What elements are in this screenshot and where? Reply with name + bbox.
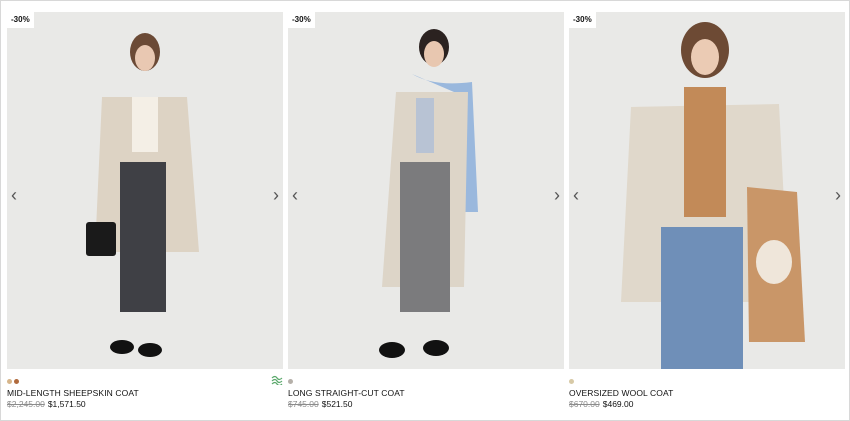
chevron-left-icon[interactable]: ‹ xyxy=(11,186,17,204)
original-price: $2,245.00 xyxy=(7,399,45,409)
product-info: LONG STRAIGHT-CUT COAT $745.00 $521.50 xyxy=(288,369,564,412)
product-image[interactable]: -30% ‹ › xyxy=(288,12,564,369)
original-price: $670.00 xyxy=(569,399,600,409)
chevron-left-icon[interactable]: ‹ xyxy=(292,186,298,204)
discount-badge: -30% xyxy=(569,12,596,28)
product-name[interactable]: MID-LENGTH SHEEPSKIN COAT xyxy=(7,388,139,398)
product-name[interactable]: LONG STRAIGHT-CUT COAT xyxy=(288,388,405,398)
product-info: MID-LENGTH SHEEPSKIN COAT $2,245.00 $1,57… xyxy=(7,369,283,412)
color-swatch[interactable] xyxy=(288,379,293,384)
price: $745.00 $521.50 xyxy=(288,399,352,409)
product-card[interactable]: -30% ‹ › LONG STRAIGHT-CUT COAT $745.00 $… xyxy=(288,12,564,412)
sale-price: $1,571.50 xyxy=(47,399,86,409)
discount-badge: -30% xyxy=(288,12,315,28)
color-swatch[interactable] xyxy=(7,379,12,384)
color-swatches xyxy=(288,379,295,385)
product-info: OVERSIZED WOOL COAT $670.00 $469.00 xyxy=(569,369,845,412)
discount-badge: -30% xyxy=(7,12,34,28)
color-swatches xyxy=(569,379,576,385)
original-price: $745.00 xyxy=(288,399,319,409)
model-photo xyxy=(288,12,564,369)
product-card[interactable]: -30% ‹ › MID-LENGTH SHEEPSKIN COAT $2,24… xyxy=(7,12,283,412)
product-image[interactable]: -30% ‹ › xyxy=(7,12,283,369)
chevron-right-icon[interactable]: › xyxy=(273,186,279,204)
color-swatch[interactable] xyxy=(569,379,574,384)
chevron-right-icon[interactable]: › xyxy=(835,186,841,204)
color-swatch[interactable] xyxy=(14,379,19,384)
product-grid: -30% ‹ › MID-LENGTH SHEEPSKIN COAT $2,24… xyxy=(0,0,850,421)
chevron-left-icon[interactable]: ‹ xyxy=(573,186,579,204)
product-name[interactable]: OVERSIZED WOOL COAT xyxy=(569,388,673,398)
price: $670.00 $469.00 xyxy=(569,399,633,409)
product-card[interactable]: -30% ‹ › OVERSIZED WOOL COAT $670.00 $469… xyxy=(569,12,845,412)
color-swatches xyxy=(7,379,21,385)
model-photo xyxy=(7,12,283,369)
sale-price: $469.00 xyxy=(602,399,634,409)
model-photo xyxy=(569,12,845,369)
chevron-right-icon[interactable]: › xyxy=(554,186,560,204)
price: $2,245.00 $1,571.50 xyxy=(7,399,86,409)
product-image[interactable]: -30% ‹ › xyxy=(569,12,845,369)
eco-wave-icon xyxy=(271,375,283,385)
sale-price: $521.50 xyxy=(321,399,353,409)
